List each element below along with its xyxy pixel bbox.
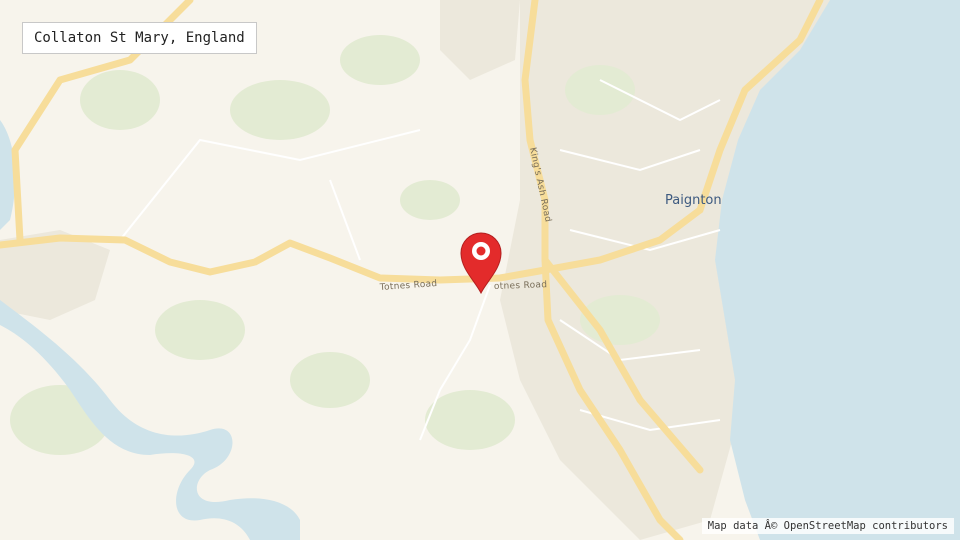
map-canvas[interactable]: Totnes Road otnes Road King's Ash Road P…	[0, 0, 960, 540]
town-label-paignton: Paignton	[665, 193, 722, 208]
map-view[interactable]: Totnes Road otnes Road King's Ash Road P…	[0, 0, 960, 540]
map-attribution: Map data Â© OpenStreetMap contributors	[701, 518, 954, 534]
location-search-box[interactable]: Collaton St Mary, England	[22, 22, 257, 54]
road-label-totnes-east: otnes Road	[494, 280, 548, 292]
search-value: Collaton St Mary, England	[34, 30, 245, 46]
